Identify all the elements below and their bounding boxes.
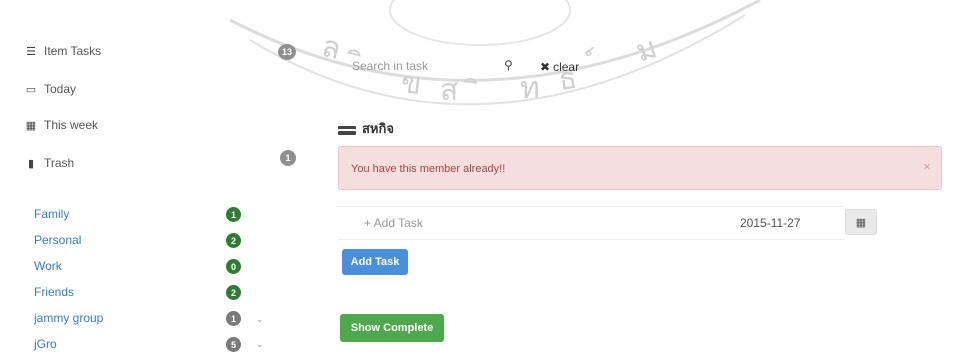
show-complete-button[interactable]: Show Complete bbox=[340, 314, 444, 342]
due-date-field[interactable]: 2015-11-27 bbox=[740, 216, 801, 230]
nav-item-trash[interactable]: ▮ Trash bbox=[24, 156, 74, 170]
svg-text:ม: ม bbox=[632, 30, 662, 69]
alert-message: You have this member already!! bbox=[351, 163, 506, 175]
chevron-down-icon[interactable]: ⌄ bbox=[256, 339, 264, 350]
close-icon: ✖ bbox=[540, 60, 551, 74]
nav-label-today: Today bbox=[44, 82, 77, 96]
category-family-badge: 1 bbox=[226, 207, 241, 222]
category-work-badge: 0 bbox=[226, 259, 241, 274]
calendar-week-icon: ▦ bbox=[25, 119, 37, 132]
add-task-input[interactable] bbox=[362, 215, 666, 231]
category-jammy-group[interactable]: jammy group bbox=[34, 311, 103, 325]
category-friends-badge: 2 bbox=[226, 285, 241, 300]
svg-text:ท: ท bbox=[520, 71, 540, 106]
list-icon: ☰ bbox=[26, 45, 36, 58]
calendar-icon: ▭ bbox=[25, 83, 37, 96]
clear-search-button[interactable]: ✖ clear bbox=[540, 60, 579, 74]
alert-box: You have this member already!! × bbox=[338, 146, 942, 190]
category-jgro[interactable]: jGro bbox=[34, 337, 57, 351]
category-personal[interactable]: Personal bbox=[34, 233, 81, 247]
tasks-count-badge: 13 bbox=[278, 44, 296, 60]
add-task-button[interactable]: Add Task bbox=[342, 249, 408, 275]
svg-text:์: ์ bbox=[584, 46, 597, 57]
nav-label-trash: Trash bbox=[44, 156, 75, 170]
search-box bbox=[340, 52, 500, 80]
nav-label-tasks: Item Tasks bbox=[44, 44, 102, 58]
trash-count-badge: 1 bbox=[280, 150, 296, 166]
calendar-picker-button[interactable]: ▦ bbox=[845, 209, 877, 235]
alert-close-icon[interactable]: × bbox=[923, 159, 931, 174]
category-personal-badge: 2 bbox=[226, 233, 241, 248]
nav-item-this-week[interactable]: ▦ This week bbox=[24, 118, 98, 132]
search-input[interactable] bbox=[350, 58, 494, 74]
section-title: สหกิจ bbox=[338, 118, 394, 139]
nav-label-this-week: This week bbox=[44, 118, 99, 132]
clear-label: clear bbox=[553, 60, 580, 74]
chevron-down-icon[interactable]: ⌄ bbox=[256, 314, 264, 325]
category-family[interactable]: Family bbox=[34, 207, 69, 221]
search-icon[interactable]: ⚲ bbox=[504, 58, 513, 72]
category-friends[interactable]: Friends bbox=[34, 285, 74, 299]
category-jammy-group-badge: 1 bbox=[226, 311, 241, 326]
nav-item-tasks[interactable]: ☰ Item Tasks bbox=[24, 44, 101, 58]
category-jgro-badge: 5 bbox=[226, 337, 241, 352]
folder-list-icon bbox=[338, 122, 356, 135]
section-title-text: สหกิจ bbox=[362, 121, 394, 136]
category-work[interactable]: Work bbox=[34, 259, 62, 273]
nav-item-today[interactable]: ▭ Today bbox=[24, 82, 76, 96]
trash-icon: ▮ bbox=[27, 157, 35, 170]
calendar-icon: ▦ bbox=[855, 216, 867, 229]
